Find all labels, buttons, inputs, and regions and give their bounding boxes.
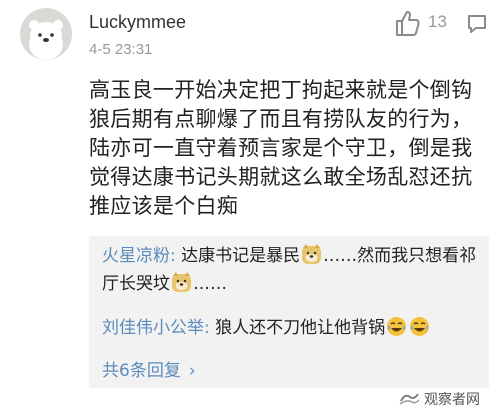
reply-item[interactable]: 刘佳伟小公举: 狼人还不刀他让他背锅	[102, 314, 482, 342]
doge-emoji-icon	[172, 272, 191, 292]
timestamp: 4-5 23:31	[89, 41, 153, 58]
username[interactable]: Luckymmee	[89, 12, 186, 33]
laugh-cry-emoji-icon	[387, 317, 407, 336]
watermark-logo-icon	[399, 393, 420, 405]
more-icon[interactable]	[466, 12, 488, 36]
reply-author[interactable]: 火星凉粉:	[102, 246, 176, 266]
bear-avatar-icon	[29, 20, 63, 60]
chevron-right-icon: ›	[188, 361, 196, 381]
watermark-text: 观察者网	[424, 392, 480, 408]
watermark: 观察者网	[398, 387, 480, 411]
thumbs-up-icon[interactable]	[392, 8, 422, 38]
doge-emoji-icon	[302, 244, 322, 264]
reply-item[interactable]: 火星凉粉: 达康书记是暴民 ……然而我只想看祁厅长哭坟 ……	[102, 242, 482, 298]
reply-text: 狼人还不刀他让他背锅	[209, 318, 386, 338]
more-replies-link[interactable]: 共6条回复 ›	[102, 356, 196, 381]
laugh-cry-emoji-icon	[410, 317, 430, 336]
like-count: 13	[428, 12, 447, 31]
reply-text: ……	[193, 274, 227, 294]
comment-text: 高玉良一开始决定把丁拘起来就是个倒钩狼后期有点聊爆了而且有捞队友的行为，陆亦可一…	[89, 78, 473, 218]
more-replies-label: 共6条回复	[102, 361, 181, 381]
reply-author[interactable]: 刘佳伟小公举:	[102, 318, 210, 338]
reply-text: 达康书记是暴民	[175, 246, 301, 266]
avatar[interactable]	[20, 8, 72, 60]
reply-panel[interactable]: 火星凉粉: 达康书记是暴民 ……然而我只想看祁厅长哭坟 …… 刘佳伟小公举: 狼…	[89, 236, 489, 388]
